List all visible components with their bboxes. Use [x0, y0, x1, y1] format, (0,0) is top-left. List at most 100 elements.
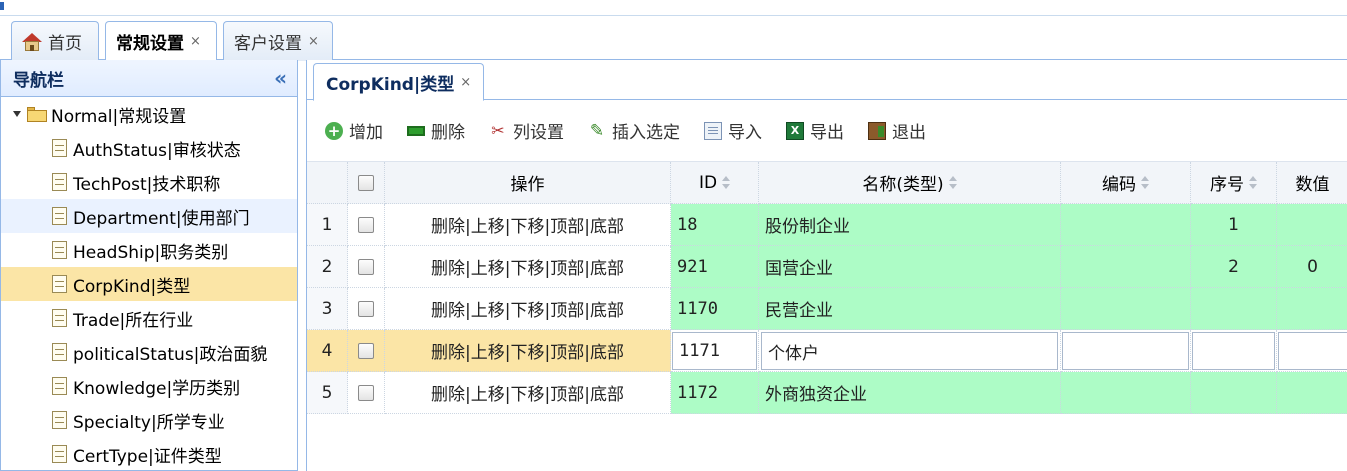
- tree-node-label: politicalStatus|政治面貌: [73, 344, 268, 365]
- cell-seq: [1191, 372, 1277, 414]
- header-label: 序号: [1210, 175, 1244, 195]
- cell-name: 民营企业: [759, 288, 1061, 330]
- content-panel: CorpKind|类型 × + 增加 删除 ✂ 列设置 ✎ 插入选定 导入 X 导出 退…: [306, 60, 1347, 471]
- tree-item-specialty[interactable]: Specialty|所学专业: [1, 403, 297, 437]
- tree-node-label: Normal|常规设置: [51, 106, 187, 127]
- expand-arrow-icon[interactable]: [13, 111, 21, 117]
- sort-icon: [1141, 175, 1149, 190]
- value-input[interactable]: [1278, 332, 1347, 370]
- tree-node-label: Trade|所在行业: [73, 310, 194, 331]
- tree-node-label: AuthStatus|审核状态: [73, 140, 241, 161]
- tree-item-knowledge[interactable]: Knowledge|学历类别: [1, 369, 297, 403]
- tree-item-politicalstatus[interactable]: politicalStatus|政治面貌: [1, 335, 297, 369]
- row-number: 1: [307, 204, 348, 246]
- delete-label: 删除: [431, 123, 465, 143]
- table-row[interactable]: 2 删除|上移|下移|顶部|底部 921 国营企业 2 0: [307, 246, 1347, 288]
- toolbar: + 增加 删除 ✂ 列设置 ✎ 插入选定 导入 X 导出 退出: [307, 100, 1347, 162]
- top-marker: [0, 2, 4, 10]
- insert-selected-label: 插入选定: [612, 123, 680, 143]
- header-value[interactable]: 数值: [1277, 162, 1347, 204]
- row-actions[interactable]: 删除|上移|下移|顶部|底部: [385, 246, 671, 288]
- export-button[interactable]: X 导出: [786, 118, 844, 143]
- tree-item-headship[interactable]: HeadShip|职务类别: [1, 233, 297, 267]
- tree-node-label: CorpKind|类型: [73, 276, 191, 297]
- grid-header-row: 操作 ID 名称(类型) 编码 序号 数值: [307, 162, 1347, 204]
- tree-item-certtype[interactable]: CertType|证件类型: [1, 437, 297, 471]
- seq-input[interactable]: [1192, 332, 1275, 370]
- tree-item-corpkind[interactable]: CorpKind|类型: [1, 267, 297, 301]
- tree-item-trade[interactable]: Trade|所在行业: [1, 301, 297, 335]
- row-checkbox[interactable]: [358, 216, 374, 233]
- name-input[interactable]: 个体户: [761, 332, 1058, 370]
- header-name[interactable]: 名称(类型): [759, 162, 1061, 204]
- file-icon: [52, 207, 67, 225]
- exit-button[interactable]: 退出: [868, 118, 926, 143]
- sidebar-header: 导航栏 «: [1, 60, 297, 97]
- collapse-icon[interactable]: «: [274, 66, 287, 90]
- close-icon[interactable]: ×: [460, 75, 471, 90]
- file-icon: [52, 411, 67, 429]
- import-icon: [704, 121, 722, 140]
- cell-seq: [1191, 288, 1277, 330]
- row-actions[interactable]: 删除|上移|下移|顶部|底部: [385, 204, 671, 246]
- header-id[interactable]: ID: [671, 162, 759, 204]
- table-row[interactable]: 5 删除|上移|下移|顶部|底部 1172 外商独资企业: [307, 372, 1347, 414]
- row-checkbox[interactable]: [358, 342, 374, 359]
- header-ops: 操作: [385, 162, 671, 204]
- row-checkbox[interactable]: [358, 300, 374, 317]
- inner-tabs-bar: CorpKind|类型 ×: [307, 60, 1347, 101]
- column-settings-button[interactable]: ✂ 列设置: [489, 118, 564, 143]
- row-checkbox-cell: [348, 204, 385, 246]
- add-icon: +: [325, 121, 343, 140]
- tree-item-techpost[interactable]: TechPost|技术职称: [1, 165, 297, 199]
- table-row[interactable]: 1 删除|上移|下移|顶部|底部 18 股份制企业 1: [307, 204, 1347, 246]
- header-checkbox-cell: [348, 162, 385, 204]
- row-checkbox[interactable]: [358, 384, 374, 401]
- row-actions[interactable]: 删除|上移|下移|顶部|底部: [385, 288, 671, 330]
- row-number: 3: [307, 288, 348, 330]
- tab-label: 常规设置: [116, 34, 184, 54]
- tab-corpkind[interactable]: CorpKind|类型 ×: [313, 63, 485, 101]
- row-checkbox[interactable]: [358, 258, 374, 275]
- cell-id: 1172: [671, 372, 759, 414]
- row-actions[interactable]: 删除|上移|下移|顶部|底部: [385, 330, 671, 372]
- delete-button[interactable]: 删除: [407, 118, 465, 143]
- file-icon: [52, 241, 67, 259]
- row-actions[interactable]: 删除|上移|下移|顶部|底部: [385, 372, 671, 414]
- close-icon[interactable]: ×: [308, 34, 319, 49]
- import-button[interactable]: 导入: [704, 118, 762, 143]
- top-strip: [0, 0, 1347, 16]
- tree-root-normal[interactable]: Normal|常规设置: [1, 97, 297, 131]
- import-label: 导入: [728, 123, 762, 143]
- insert-selected-button[interactable]: ✎ 插入选定: [588, 118, 680, 144]
- cell-id: 18: [671, 204, 759, 246]
- tab-label: 客户设置: [234, 34, 302, 54]
- select-all-checkbox[interactable]: [358, 174, 374, 191]
- tab-general-settings[interactable]: 常规设置 ×: [105, 21, 217, 61]
- tree-node-label: HeadShip|职务类别: [73, 242, 229, 263]
- exit-label: 退出: [892, 123, 926, 143]
- excel-icon: X: [786, 121, 804, 140]
- tab-home[interactable]: 首页: [11, 21, 99, 61]
- cell-code: [1061, 372, 1191, 414]
- sidebar: 导航栏 « Normal|常规设置 AuthStatus|审核状态 TechPo…: [0, 60, 298, 471]
- file-icon: [52, 275, 67, 293]
- main-tabs-bar: 首页 常规设置 × 客户设置 ×: [0, 16, 1347, 61]
- add-button[interactable]: + 增加: [325, 118, 383, 143]
- tree-item-authstatus[interactable]: AuthStatus|审核状态: [1, 131, 297, 165]
- export-label: 导出: [810, 123, 844, 143]
- cell-value: 0: [1277, 246, 1347, 288]
- code-input[interactable]: [1062, 332, 1189, 370]
- file-icon: [52, 173, 67, 191]
- header-seq[interactable]: 序号: [1191, 162, 1277, 204]
- tab-customer-settings[interactable]: 客户设置 ×: [223, 21, 333, 61]
- header-code[interactable]: 编码: [1061, 162, 1191, 204]
- cell-name: 国营企业: [759, 246, 1061, 288]
- cell-seq: 2: [1191, 246, 1277, 288]
- table-row[interactable]: 3 删除|上移|下移|顶部|底部 1170 民营企业: [307, 288, 1347, 330]
- table-row-editing[interactable]: 4 删除|上移|下移|顶部|底部 1171 个体户: [307, 330, 1347, 372]
- row-number: 5: [307, 372, 348, 414]
- cell-name: 股份制企业: [759, 204, 1061, 246]
- close-icon[interactable]: ×: [190, 34, 201, 49]
- tree-item-department[interactable]: Department|使用部门: [1, 199, 297, 233]
